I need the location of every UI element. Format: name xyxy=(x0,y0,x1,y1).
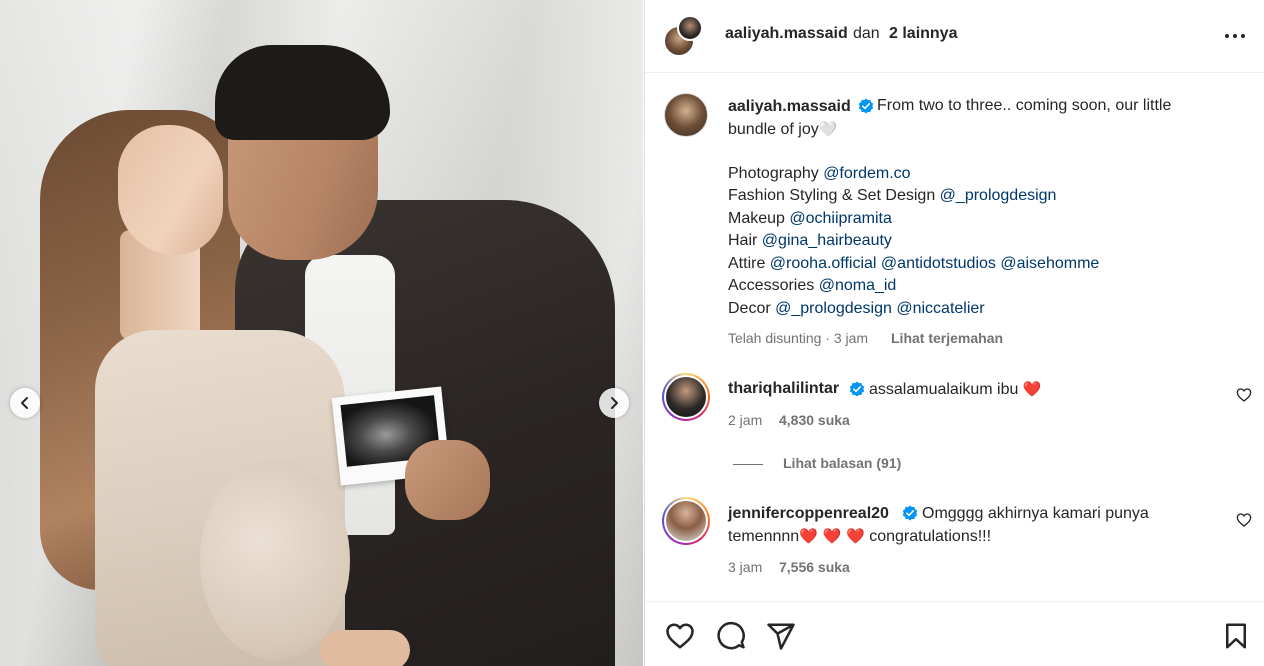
comment-bubble-icon[interactable] xyxy=(716,621,746,651)
comment-text-body: temennnn xyxy=(728,528,800,545)
comment-time[interactable]: 3 jam xyxy=(728,559,762,575)
avatar xyxy=(677,15,703,41)
verified-badge-icon xyxy=(858,98,874,114)
more-options-icon[interactable] xyxy=(1223,24,1247,48)
replies-divider-line xyxy=(733,464,763,465)
red-heart-emoji: ❤️ ❤️ ❤️ xyxy=(799,527,865,545)
avatar xyxy=(664,499,708,543)
verified-badge-icon xyxy=(849,381,865,397)
post-side-panel: aaliyah.massaid dan 2 lainnya aaliyah.ma… xyxy=(644,0,1264,666)
comment-time[interactable]: 2 jam xyxy=(728,412,762,428)
header-others-link[interactable]: 2 lainnya xyxy=(889,25,957,43)
mention-link[interactable]: @antidotstudios xyxy=(881,255,996,272)
comment-username[interactable]: jennifercoppenreal20 xyxy=(728,505,889,523)
comment-text-body: congratulations!!! xyxy=(869,528,992,545)
white-heart-emoji: 🤍 xyxy=(818,120,838,138)
comment-text: assalamualaikum ibu ❤️ xyxy=(869,378,1042,402)
previous-photo-button[interactable] xyxy=(10,388,40,418)
photo-woman-face xyxy=(118,125,223,255)
photo-woman-hand xyxy=(320,630,410,666)
caption-username[interactable]: aaliyah.massaid xyxy=(728,98,851,116)
post-action-bar xyxy=(645,601,1264,666)
credit-accessories: Accessories @noma_id xyxy=(728,275,896,298)
photo-man-hair xyxy=(215,45,390,140)
caption-avatar[interactable] xyxy=(664,93,708,137)
share-send-icon[interactable] xyxy=(766,621,796,651)
credit-label: Photography xyxy=(728,165,819,182)
caption-text-line1: From two to three.. coming soon, our lit… xyxy=(877,97,1172,114)
mention-link[interactable]: @_prologdesign xyxy=(940,187,1057,204)
collab-avatars[interactable] xyxy=(663,15,707,59)
header-username[interactable]: aaliyah.massaid xyxy=(725,25,848,43)
see-translation-label: Lihat terjemahan xyxy=(891,330,1004,346)
comment-text-body: assalamualaikum ibu xyxy=(869,381,1019,398)
mention-link[interactable]: @_prologdesign xyxy=(775,300,892,317)
like-heart-icon[interactable] xyxy=(665,621,695,651)
caption-meta: Telah disunting · 3 jam xyxy=(728,330,868,346)
post-photo[interactable] xyxy=(0,0,643,666)
credit-label: Accessories xyxy=(728,277,815,294)
mention-link[interactable]: @fordem.co xyxy=(823,165,910,182)
post-header: aaliyah.massaid dan 2 lainnya xyxy=(645,0,1264,73)
heart-icon[interactable] xyxy=(1236,512,1252,528)
photo-man-hand xyxy=(405,440,490,520)
credit-label: Attire xyxy=(728,255,766,272)
see-translation-button[interactable]: Lihat terjemahan xyxy=(891,330,1003,346)
mention-link[interactable]: @ochiipramita xyxy=(789,210,892,227)
credit-label: Hair xyxy=(728,232,758,249)
credit-attire: Attire @rooha.official @antidotstudios @… xyxy=(728,253,1099,276)
credit-label: Fashion Styling & Set Design xyxy=(728,187,936,204)
caption-text-line2: bundle of joy🤍 xyxy=(728,118,837,142)
next-photo-button[interactable] xyxy=(599,388,629,418)
verified-badge-icon xyxy=(902,505,918,521)
photo-woman-belly xyxy=(200,460,350,660)
chevron-left-icon xyxy=(21,397,28,409)
comment-text-line2: temennnn❤️ ❤️ ❤️ congratulations!!! xyxy=(728,525,991,549)
credit-hair: Hair @gina_hairbeauty xyxy=(728,230,892,253)
mention-link[interactable]: @niccatelier xyxy=(896,300,984,317)
credit-styling: Fashion Styling & Set Design @_prologdes… xyxy=(728,185,1056,208)
caption-text-line2-text: bundle of joy xyxy=(728,121,819,138)
avatar xyxy=(664,375,708,419)
comment-text-line1: Omgggg akhirnya kamari punya xyxy=(922,505,1149,522)
credit-label: Decor xyxy=(728,300,771,317)
comment-likes[interactable]: 4,830 suka xyxy=(779,412,850,428)
chevron-right-icon xyxy=(611,397,618,409)
save-bookmark-icon[interactable] xyxy=(1221,621,1251,651)
comment-username[interactable]: thariqhalilintar xyxy=(728,380,839,398)
mention-link[interactable]: @gina_hairbeauty xyxy=(762,232,892,249)
mention-link[interactable]: @rooha.official xyxy=(770,255,877,272)
credit-makeup: Makeup @ochiipramita xyxy=(728,208,892,231)
comment-avatar[interactable] xyxy=(662,497,710,545)
meta-separator: · xyxy=(825,330,830,346)
credit-label: Makeup xyxy=(728,210,785,227)
credit-decor: Decor @_prologdesign @niccatelier xyxy=(728,298,985,321)
edited-label: Telah disunting xyxy=(728,330,822,346)
comment-likes[interactable]: 7,556 suka xyxy=(779,559,850,575)
red-heart-emoji: ❤️ xyxy=(1022,380,1042,398)
heart-icon[interactable] xyxy=(1236,387,1252,403)
caption-time[interactable]: 3 jam xyxy=(834,330,868,346)
mention-link[interactable]: @aisehomme xyxy=(1000,255,1099,272)
header-and-text: dan xyxy=(853,25,880,42)
mention-link[interactable]: @noma_id xyxy=(819,277,897,294)
view-replies-label: Lihat balasan (91) xyxy=(783,455,902,471)
credit-photography: Photography @fordem.co xyxy=(728,163,911,186)
comment-avatar[interactable] xyxy=(662,373,710,421)
